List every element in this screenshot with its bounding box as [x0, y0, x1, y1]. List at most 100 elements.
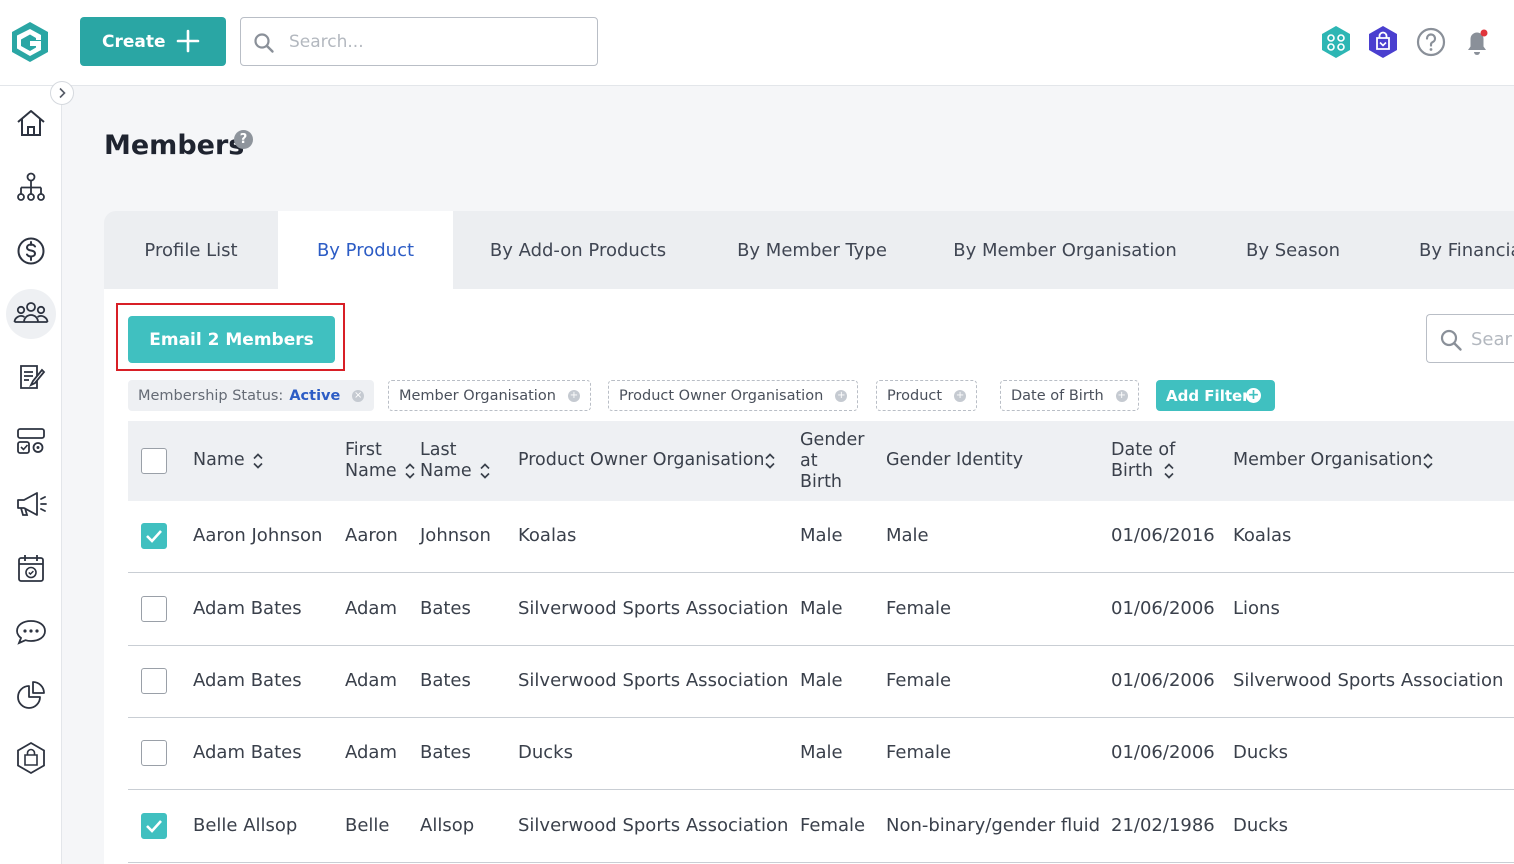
nav-organisation[interactable]	[6, 162, 56, 212]
row-checkbox[interactable]	[141, 668, 167, 694]
cell-product-owner-organisation: Silverwood Sports Association	[518, 598, 789, 619]
members-icon	[13, 302, 49, 323]
header-line: Name	[420, 461, 472, 481]
tab-by-add-on-products[interactable]: By Add-on Products	[453, 211, 703, 289]
checkmark-icon	[146, 530, 162, 543]
cell-name[interactable]: Adam Bates	[193, 742, 302, 763]
page-help-icon[interactable]: ?	[234, 130, 253, 149]
remove-filter-icon[interactable]: ×	[352, 389, 364, 402]
tab-by-financial[interactable]: By Financia	[1377, 211, 1514, 289]
help-icon[interactable]	[1414, 24, 1448, 60]
nav-competitions[interactable]	[6, 416, 56, 466]
email-members-button[interactable]: Email 2 Members	[128, 316, 335, 363]
column-header-name[interactable]: Name	[193, 450, 245, 471]
filter-membership-status[interactable]: Membership Status: Active ×	[128, 380, 374, 411]
sort-icon[interactable]	[404, 462, 416, 480]
filter-product[interactable]: Product +	[876, 380, 978, 411]
filter-date-of-birth[interactable]: Date of Birth +	[1000, 380, 1139, 411]
cell-product-owner-organisation: Silverwood Sports Association	[518, 670, 789, 691]
sort-icon[interactable]	[764, 452, 776, 470]
sort-icon[interactable]	[1163, 462, 1175, 480]
nav-finance[interactable]	[6, 226, 56, 276]
filter-chip-label: Member Organisation	[399, 387, 556, 404]
cell-last-name: Bates	[420, 670, 471, 691]
cell-gender-at-birth: Male	[800, 670, 843, 691]
top-bar: Create	[0, 0, 1514, 86]
members-tabs: Profile List By Product By Add-on Produc…	[104, 211, 1514, 289]
shop-icon	[17, 741, 45, 775]
table-row[interactable]: Adam Bates Adam Bates Silverwood Sports …	[128, 646, 1514, 718]
nav-events[interactable]	[6, 543, 56, 593]
chevron-right-icon	[59, 87, 66, 99]
sort-icon[interactable]	[479, 462, 491, 480]
row-checkbox[interactable]	[141, 813, 167, 839]
filter-member-organisation[interactable]: Member Organisation +	[388, 380, 591, 411]
table-row[interactable]: Belle Allsop Belle Allsop Silverwood Spo…	[128, 791, 1514, 863]
column-header-last-name[interactable]: Last Name	[420, 440, 472, 482]
cell-name[interactable]: Aaron Johnson	[193, 525, 322, 546]
table-search-input[interactable]	[1471, 326, 1514, 352]
nav-reports[interactable]	[6, 670, 56, 720]
filter-product-owner-organisation[interactable]: Product Owner Organisation +	[608, 380, 859, 411]
cell-member-organisation: Koalas	[1233, 525, 1292, 546]
table-row[interactable]: Adam Bates Adam Bates Silverwood Sports …	[128, 574, 1514, 646]
select-all-checkbox[interactable]	[141, 448, 167, 474]
shop-hex-icon[interactable]	[1366, 24, 1400, 60]
table-row[interactable]: Aaron Johnson Aaron Johnson Koalas Male …	[128, 501, 1514, 573]
filter-status-label: Membership Status:	[138, 387, 284, 404]
cell-last-name: Bates	[420, 598, 471, 619]
app-logo-icon[interactable]	[10, 20, 50, 64]
teams-hex-icon[interactable]	[1319, 24, 1353, 60]
create-button[interactable]: Create	[80, 17, 226, 66]
cell-member-organisation: Lions	[1233, 598, 1280, 619]
chat-icon	[16, 620, 46, 645]
checkmark-icon	[146, 820, 162, 833]
filter-status-value: Active	[289, 387, 341, 404]
sort-icon[interactable]	[252, 452, 264, 470]
cell-name[interactable]: Adam Bates	[193, 670, 302, 691]
column-header-first-name[interactable]: First Name	[345, 440, 397, 482]
nav-members[interactable]	[6, 289, 56, 339]
cell-date-of-birth: 01/06/2006	[1111, 598, 1215, 619]
header-line: Name	[345, 461, 397, 481]
cell-first-name: Aaron	[345, 525, 398, 546]
nav-communications[interactable]	[6, 479, 56, 529]
nav-home[interactable]	[6, 98, 56, 148]
cell-name[interactable]: Adam Bates	[193, 598, 302, 619]
plus-icon	[176, 29, 200, 53]
add-filter-plus-icon: +	[567, 389, 580, 402]
tab-by-member-organisation[interactable]: By Member Organisation	[921, 211, 1209, 289]
cell-gender-at-birth: Male	[800, 525, 843, 546]
search-input[interactable]	[289, 28, 579, 56]
tab-by-season[interactable]: By Season	[1209, 211, 1377, 289]
nav-registration[interactable]	[6, 352, 56, 402]
column-header-product-owner-organisation[interactable]: Product Owner Organisation	[518, 450, 765, 471]
sort-icon[interactable]	[1422, 452, 1434, 470]
cell-gender-identity: Female	[886, 670, 952, 691]
column-header-gender-at-birth: Gender at Birth	[800, 430, 865, 493]
sidebar-collapse-toggle[interactable]	[50, 81, 74, 105]
add-filter-label: Add Filter	[1166, 386, 1250, 405]
nav-shop[interactable]	[6, 733, 56, 783]
cell-gender-at-birth: Female	[800, 815, 866, 836]
row-checkbox[interactable]	[141, 740, 167, 766]
nav-messages[interactable]	[6, 606, 56, 656]
page-title: Members	[104, 130, 245, 161]
table-search[interactable]	[1426, 314, 1514, 363]
cell-first-name: Adam	[345, 598, 397, 619]
tab-by-member-type[interactable]: By Member Type	[703, 211, 921, 289]
cell-name[interactable]: Belle Allsop	[193, 815, 297, 836]
add-filter-plus-icon: +	[954, 389, 967, 402]
add-filter-button[interactable]: Add Filter +	[1156, 380, 1275, 411]
tab-profile-list[interactable]: Profile List	[104, 211, 278, 289]
cell-first-name: Adam	[345, 742, 397, 763]
tab-by-product[interactable]: By Product	[278, 211, 453, 289]
table-row[interactable]: Adam Bates Adam Bates Ducks Male Female …	[128, 718, 1514, 790]
bell-icon[interactable]	[1460, 24, 1494, 60]
cell-member-organisation: Ducks	[1233, 742, 1288, 763]
global-search[interactable]	[240, 17, 598, 66]
column-header-member-organisation[interactable]: Member Organisation	[1233, 450, 1422, 471]
filter-chip-label: Product	[887, 387, 943, 404]
row-checkbox[interactable]	[141, 596, 167, 622]
row-checkbox[interactable]	[141, 523, 167, 549]
